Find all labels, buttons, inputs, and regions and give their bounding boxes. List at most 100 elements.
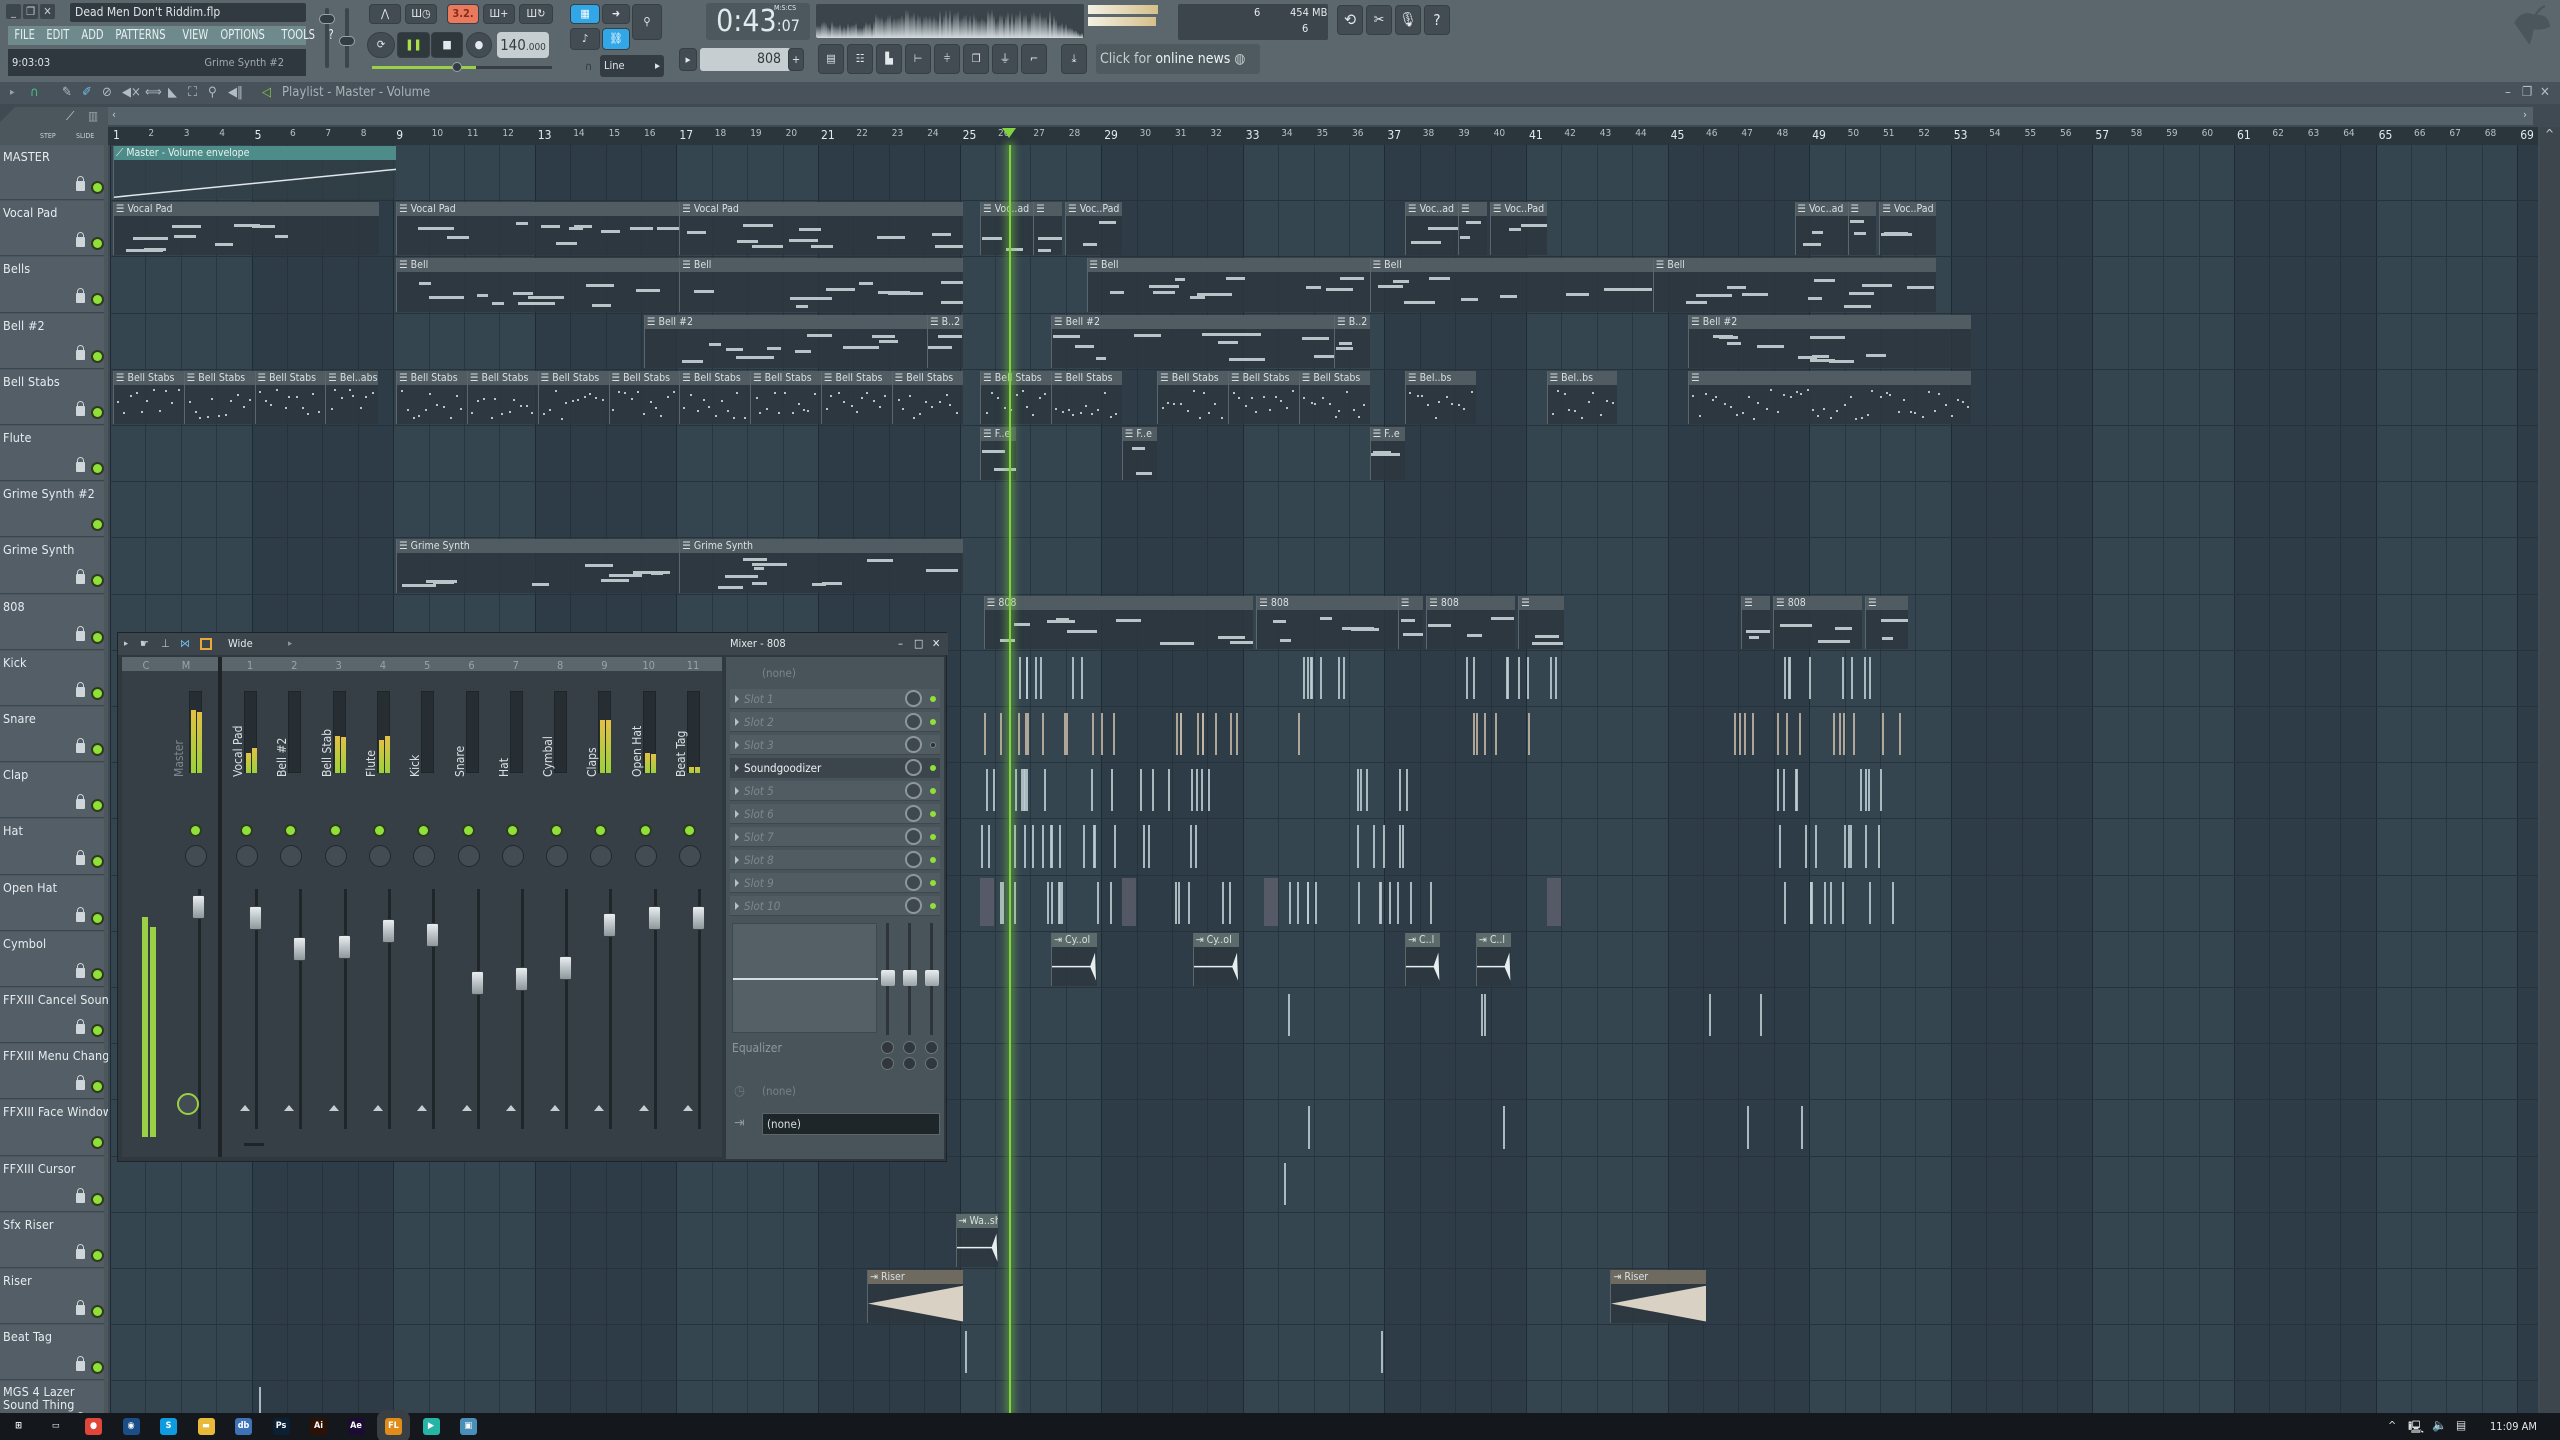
mixer-button[interactable]: ⫩ <box>934 44 960 74</box>
tempo-field[interactable]: 140.000 <box>497 32 549 58</box>
drum-hit[interactable] <box>1734 713 1737 756</box>
menu-add[interactable]: ADD <box>78 26 107 45</box>
strip-number[interactable]: 10 <box>627 659 671 672</box>
slot-enable-led[interactable] <box>930 788 936 794</box>
start-icon[interactable]: ⊞ <box>10 1418 27 1435</box>
drum-hit[interactable] <box>1039 656 1042 699</box>
drum-hit[interactable] <box>1091 713 1094 756</box>
drum-hit[interactable] <box>1168 769 1171 812</box>
pan-knob[interactable] <box>546 845 569 867</box>
playlist-clip[interactable]: ☰ 808 <box>1256 595 1398 649</box>
horizontal-scrollbar[interactable]: ‹ › <box>108 107 2533 125</box>
effect-slot[interactable]: Slot 3 <box>730 735 940 755</box>
drum-hit[interactable] <box>1195 769 1198 812</box>
lock-icon[interactable] <box>76 962 85 978</box>
add-pattern-button[interactable]: + <box>788 48 804 71</box>
drum-hit[interactable] <box>1017 713 1020 756</box>
playlist-clip[interactable]: ☰ Bell Stabs <box>1051 370 1122 424</box>
pan-knob[interactable] <box>457 845 480 867</box>
open-hat-clip[interactable] <box>1546 877 1561 926</box>
lock-icon[interactable] <box>76 1075 85 1091</box>
pattern-selector[interactable]: 808 <box>700 48 791 71</box>
channel-led[interactable] <box>463 826 473 835</box>
slot-mix-knob[interactable] <box>905 690 922 707</box>
drum-hit[interactable] <box>1842 713 1845 756</box>
drum-hit[interactable] <box>1760 994 1763 1037</box>
eq-freq-knob-low[interactable] <box>881 1041 894 1054</box>
drum-hit[interactable] <box>1808 656 1811 699</box>
drum-hit[interactable] <box>1100 713 1103 756</box>
drum-hit[interactable] <box>1357 881 1360 924</box>
drum-hit[interactable] <box>1399 769 1402 812</box>
snap-select[interactable]: Line ▸ <box>600 55 664 77</box>
drum-hit[interactable] <box>1072 656 1075 699</box>
magnet-snap-icon[interactable]: ∩ <box>30 82 39 104</box>
drum-hit[interactable] <box>1892 881 1895 924</box>
track-enable-led[interactable] <box>93 1026 102 1035</box>
app-teal-icon[interactable]: ▶ <box>422 1418 440 1435</box>
drum-hit[interactable] <box>1042 825 1045 868</box>
after-effects-icon[interactable]: Ae <box>347 1418 365 1435</box>
slot-mix-knob[interactable] <box>905 874 922 891</box>
eq-low-fader[interactable] <box>881 970 895 986</box>
drum-hit[interactable] <box>1288 994 1291 1037</box>
playlist-clip[interactable]: ☰ <box>1398 595 1423 649</box>
typing-keyboard-button[interactable]: ▦ <box>570 4 600 24</box>
playlist-clip[interactable]: ⇥ Wa..sh <box>955 1213 998 1267</box>
task-view-icon[interactable]: ▭ <box>48 1418 65 1435</box>
drum-hit[interactable] <box>1878 825 1881 868</box>
playhead[interactable] <box>1008 145 1011 1413</box>
send-arrow-icon[interactable] <box>683 1105 693 1111</box>
playlist-clip[interactable]: ☰ Bell <box>1369 258 1653 312</box>
drum-hit[interactable] <box>1296 881 1299 924</box>
drum-hit[interactable] <box>1506 656 1509 699</box>
master-fader[interactable] <box>192 895 205 919</box>
playlist-clip[interactable]: ☰ Bell Stabs <box>396 370 467 424</box>
lock-icon[interactable] <box>76 569 85 585</box>
slice-tool-icon[interactable]: ◣ <box>168 82 177 104</box>
track-header[interactable]: Hat <box>0 819 104 875</box>
drum-hit[interactable] <box>1063 713 1066 756</box>
track-enable-led[interactable] <box>93 1307 102 1316</box>
channel-led[interactable] <box>419 826 429 835</box>
drum-hit[interactable] <box>1177 881 1180 924</box>
track-header[interactable]: Bells <box>0 257 104 313</box>
fl-studio-icon[interactable]: FL <box>385 1418 402 1435</box>
eq-freq-knob-mid[interactable] <box>903 1041 916 1054</box>
drum-hit[interactable] <box>1014 769 1017 812</box>
playlist-clip[interactable]: ☰ Bell <box>396 258 680 312</box>
track-enable-led[interactable] <box>93 1082 102 1092</box>
drum-hit[interactable] <box>1465 656 1468 699</box>
strip-number[interactable]: 1 <box>228 659 272 672</box>
slot-enable-led[interactable] <box>930 811 936 817</box>
track-header[interactable]: 808 <box>0 594 104 650</box>
app-db-icon[interactable]: db <box>235 1418 252 1435</box>
photos-icon[interactable]: ▣ <box>460 1418 477 1435</box>
step-label[interactable]: STEP <box>40 132 56 140</box>
drum-hit[interactable] <box>1083 825 1086 868</box>
notifications-icon[interactable]: ▤ <box>2456 1418 2466 1432</box>
open-hat-clip[interactable] <box>1121 877 1136 926</box>
mixer-view-icon[interactable]: ⋈ <box>180 633 190 655</box>
drum-hit[interactable] <box>983 713 986 756</box>
track-header[interactable]: FFXIII Cursor <box>0 1156 104 1212</box>
minimize-button[interactable]: _ <box>6 4 21 19</box>
playlist-clip[interactable]: ⇥ Riser <box>1610 1270 1706 1324</box>
track-enable-led[interactable] <box>93 1363 102 1373</box>
playlist-close-button[interactable]: ✕ <box>2540 82 2550 104</box>
slot-enable-led[interactable] <box>930 742 936 748</box>
strip-number[interactable]: 4 <box>361 659 405 672</box>
eq-mid-fader[interactable] <box>903 970 917 986</box>
playlist-clip[interactable]: ⇥ C..l <box>1475 932 1512 986</box>
effect-slot[interactable]: Slot 10 <box>730 896 940 916</box>
drum-hit[interactable] <box>980 825 983 868</box>
pattern-song-toggle[interactable]: ⟳ <box>367 32 395 58</box>
stereo-separation-knob[interactable] <box>177 1093 199 1115</box>
track-enable-led[interactable] <box>93 857 102 867</box>
drum-hit[interactable] <box>1379 881 1382 924</box>
mute-tool-icon[interactable]: ◀× <box>122 82 141 104</box>
piano-roll-button[interactable]: ▙ <box>876 44 902 74</box>
drum-hit[interactable] <box>1214 713 1217 756</box>
drum-hit[interactable] <box>1297 713 1300 756</box>
effect-slot[interactable]: Slot 2 <box>730 712 940 732</box>
